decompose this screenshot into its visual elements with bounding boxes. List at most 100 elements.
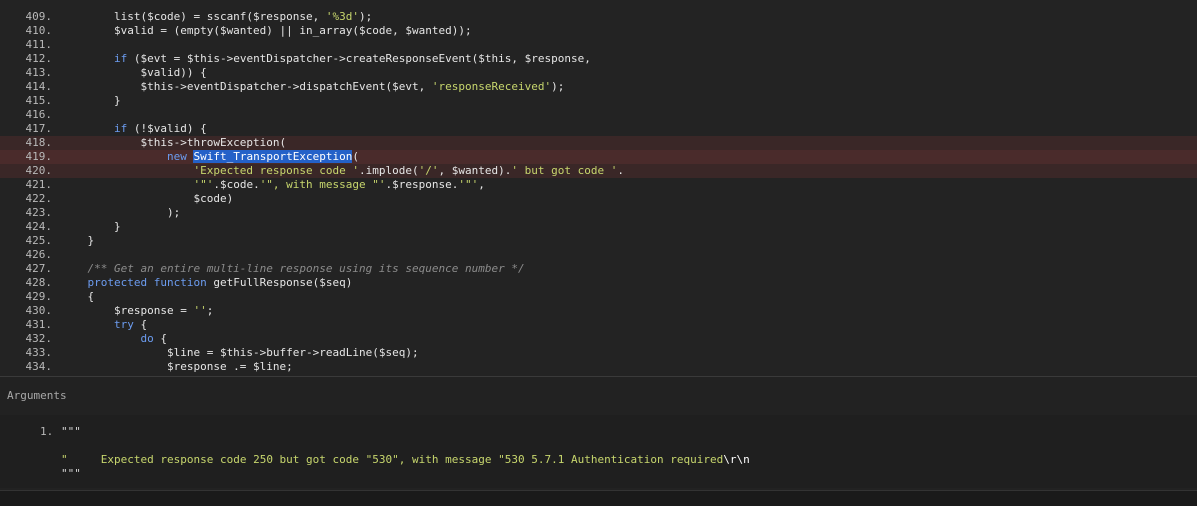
code-token: $code): [61, 192, 234, 205]
line-source[interactable]: 'Expected response code '.implode('/', $…: [61, 164, 624, 178]
line-number: 409.: [25, 10, 53, 23]
line-source[interactable]: }: [61, 94, 121, 108]
line-source[interactable]: $valid)) {: [61, 66, 207, 80]
code-token: $valid = (empty($wanted) || in_array($co…: [61, 24, 472, 37]
code-token: $valid)) {: [61, 66, 207, 79]
arguments-panel: 1. """ Expected response code 250 but go…: [0, 415, 1197, 488]
line-source[interactable]: {: [61, 290, 94, 304]
code-line: 428. protected function getFullResponse(…: [0, 276, 1197, 290]
code-line: 423. );: [0, 206, 1197, 220]
code-token: getFullResponse($seq): [206, 276, 353, 289]
code-line: 425. }: [0, 234, 1197, 248]
arguments-title: Arguments: [7, 389, 67, 402]
code-token: '"': [61, 178, 214, 191]
code-token: $line = $this->buffer->readLine($seq);: [61, 346, 419, 359]
line-source[interactable]: $valid = (empty($wanted) || in_array($co…: [61, 24, 472, 38]
code-token: '"': [458, 178, 479, 191]
argument-open-quote: """: [61, 425, 81, 438]
selected-token: Swift_TransportException: [193, 150, 353, 163]
code-token: $response .= $line;: [61, 360, 293, 373]
code-token: $response =: [61, 304, 194, 317]
code-token: if: [61, 122, 128, 135]
line-source[interactable]: protected function getFullResponse($seq): [61, 276, 352, 290]
line-source[interactable]: $response = '';: [61, 304, 213, 318]
argument-index: 1.: [40, 425, 54, 438]
code-token: try: [61, 318, 134, 331]
line-source[interactable]: $line = $this->buffer->readLine($seq);: [61, 346, 419, 360]
arguments-section: Arguments 1. """ Expected response code …: [0, 377, 1197, 490]
line-number: 411.: [25, 38, 53, 51]
code-token: ,: [478, 178, 485, 191]
line-number: 417.: [25, 122, 53, 135]
line-source[interactable]: try {: [61, 318, 147, 332]
line-source[interactable]: }: [61, 234, 94, 248]
code-token: .$response.: [385, 178, 459, 191]
line-number: 431.: [25, 318, 53, 331]
code-token: ($evt = $this->eventDispatcher->createRe…: [127, 52, 591, 65]
code-line: 409. list($code) = sscanf($response, '%3…: [0, 10, 1197, 24]
code-token: {: [61, 290, 95, 303]
code-token: 'responseReceived': [431, 80, 552, 93]
line-number: 421.: [25, 178, 53, 191]
line-source[interactable]: $this->eventDispatcher->dispatchEvent($e…: [61, 80, 564, 94]
line-source[interactable]: $code): [61, 192, 233, 206]
code-token: .implode(: [359, 164, 419, 177]
line-source[interactable]: $this->throwException(: [61, 136, 286, 150]
line-number: 422.: [25, 192, 53, 205]
code-line: 434. $response .= $line;: [0, 360, 1197, 374]
code-line: 420. 'Expected response code '.implode('…: [0, 164, 1197, 178]
line-number: 416.: [25, 108, 53, 121]
code-line: 415. }: [0, 94, 1197, 108]
code-token: , $wanted).: [438, 164, 512, 177]
code-line: 411.: [0, 38, 1197, 52]
argument-value-line[interactable]: Expected response code 250 but got code …: [61, 439, 750, 481]
code-token: }: [61, 94, 121, 107]
line-source[interactable]: do {: [61, 332, 167, 346]
line-source[interactable]: /** Get an entire multi-line response us…: [61, 262, 524, 276]
line-source[interactable]: );: [61, 206, 180, 220]
line-source[interactable]: $response .= $line;: [61, 360, 293, 374]
line-number: 424.: [25, 220, 53, 233]
code-token: if: [61, 52, 128, 65]
code-line: 429. {: [0, 290, 1197, 304]
line-number: 428.: [25, 276, 53, 289]
code-line: 422. $code): [0, 192, 1197, 206]
line-source[interactable]: list($code) = sscanf($response, '%3d');: [61, 10, 372, 24]
code-token: $this->throwException(: [61, 136, 287, 149]
code-line: 418. $this->throwException(: [0, 136, 1197, 150]
code-line: 427. /** Get an entire multi-line respon…: [0, 262, 1197, 276]
line-source[interactable]: if (!$valid) {: [61, 122, 207, 136]
line-source[interactable]: '"'.$code.'", with message "'.$response.…: [61, 178, 485, 192]
line-source[interactable]: new Swift_TransportException(: [61, 150, 359, 164]
code-token: (!$valid) {: [127, 122, 207, 135]
argument-close-quote: """: [61, 467, 81, 480]
code-line: 410. $valid = (empty($wanted) || in_arra…: [0, 24, 1197, 38]
code-token: }: [61, 220, 121, 233]
code-token: list($code) = sscanf($response,: [61, 10, 326, 23]
line-number: 415.: [25, 94, 53, 107]
line-number: 429.: [25, 290, 53, 303]
code-line: 430. $response = '';: [0, 304, 1197, 318]
code-line: 414. $this->eventDispatcher->dispatchEve…: [0, 80, 1197, 94]
code-token: protected function: [61, 276, 207, 289]
code-token: $this->eventDispatcher->dispatchEvent($e…: [61, 80, 432, 93]
code-token: {: [153, 332, 167, 345]
code-line: 413. $valid)) {: [0, 66, 1197, 80]
bottom-bar: [0, 490, 1197, 506]
code-token: '': [193, 304, 207, 317]
line-number: 413.: [25, 66, 53, 79]
code-line: 433. $line = $this->buffer->readLine($se…: [0, 346, 1197, 360]
line-number: 420.: [25, 164, 53, 177]
line-number: 419.: [25, 150, 53, 163]
line-source[interactable]: }: [61, 220, 121, 234]
line-number: 410.: [25, 24, 53, 37]
line-number: 432.: [25, 332, 53, 345]
code-line: 426.: [0, 248, 1197, 262]
line-source[interactable]: if ($evt = $this->eventDispatcher->creat…: [61, 52, 591, 66]
argument-value-cont: ": [61, 453, 68, 466]
line-number: 423.: [25, 206, 53, 219]
code-token: {: [133, 318, 148, 331]
code-token: do: [61, 332, 154, 345]
line-number: 425.: [25, 234, 53, 247]
code-line: 424. }: [0, 220, 1197, 234]
